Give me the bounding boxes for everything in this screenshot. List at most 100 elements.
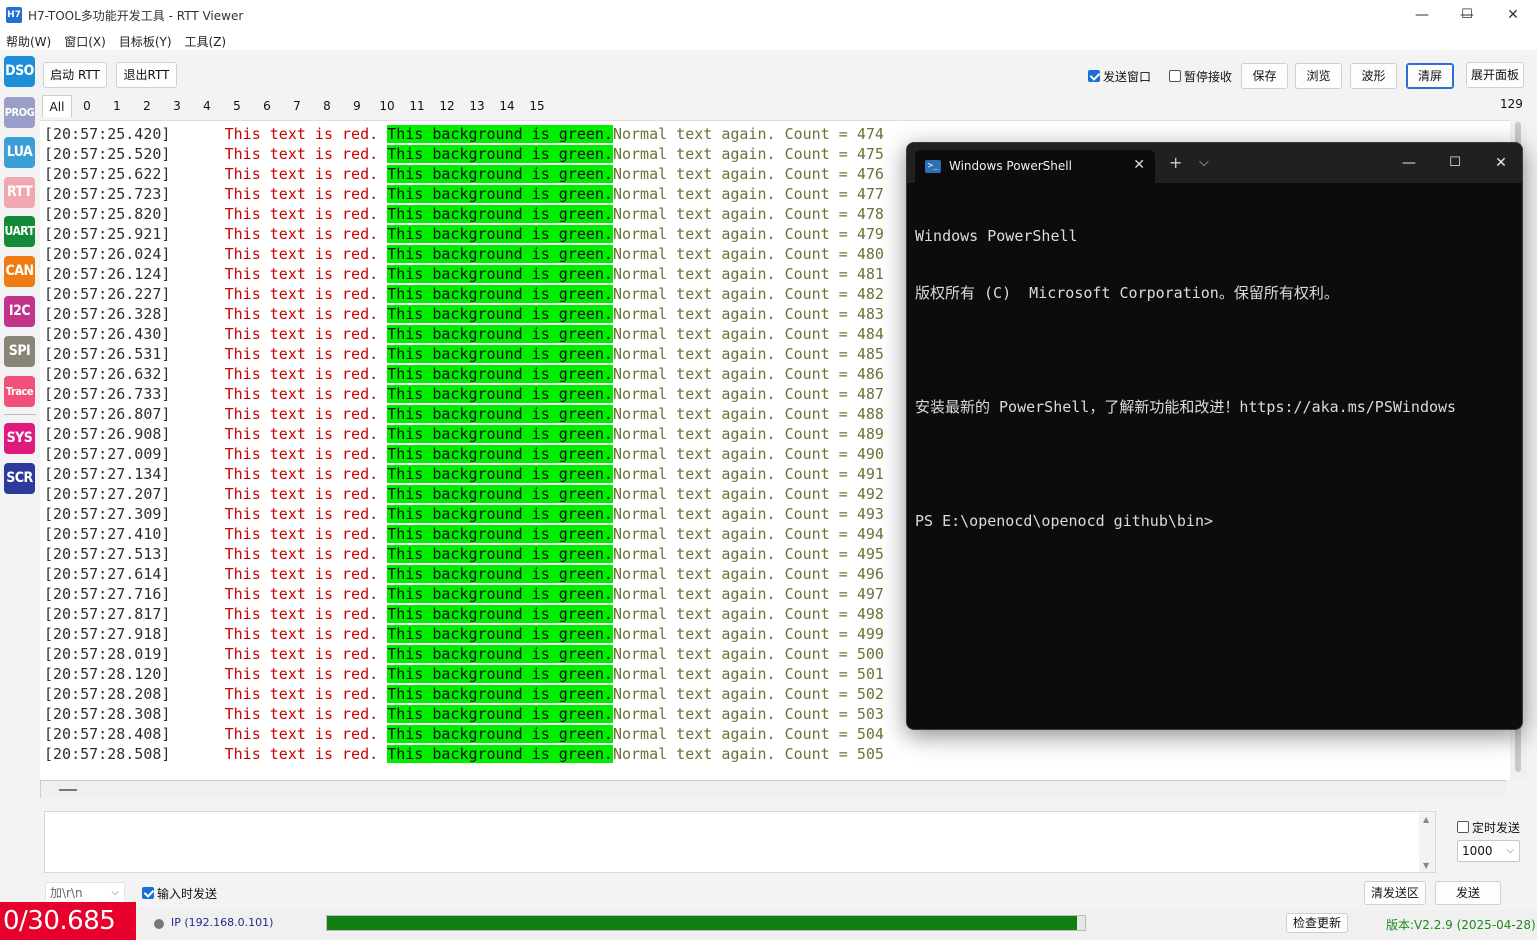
log-green-text: This background is green. bbox=[387, 225, 613, 243]
send-on-input-check-icon bbox=[142, 887, 154, 899]
log-normal-text: Normal text again. bbox=[612, 245, 776, 263]
log-normal-text: Normal text again. bbox=[612, 305, 776, 323]
log-normal-text: Normal text again. bbox=[612, 605, 776, 623]
menu-help[interactable]: 帮助(W) bbox=[0, 30, 58, 50]
send-window-checkbox[interactable]: 发送窗口 bbox=[1088, 68, 1151, 84]
tab-channel-2[interactable]: 2 bbox=[132, 95, 162, 117]
log-timestamp: [20:57:25.520] bbox=[44, 145, 171, 163]
interval-select[interactable]: 1000 ⌵ bbox=[1457, 840, 1520, 862]
terminal-console[interactable]: Windows PowerShell 版权所有 (C) Microsoft Co… bbox=[915, 189, 1515, 569]
tab-all[interactable]: All bbox=[42, 95, 72, 117]
log-count-label: Count = bbox=[784, 305, 857, 323]
log-red-text: This text is red. bbox=[224, 565, 379, 583]
log-red-text: This text is red. bbox=[224, 685, 379, 703]
timed-send-checkbox[interactable]: 定时发送 bbox=[1457, 819, 1520, 835]
spi-tool-icon[interactable]: SPI bbox=[4, 336, 35, 367]
log-line: [20:57:28.208] This text is red. This ba… bbox=[44, 684, 884, 704]
tab-channel-5[interactable]: 5 bbox=[222, 95, 252, 117]
log-normal-text: Normal text again. bbox=[612, 705, 776, 723]
maximize-icon[interactable]: ☐ bbox=[1444, 0, 1490, 30]
tab-close-icon[interactable]: ✕ bbox=[1133, 157, 1145, 173]
tab-channel-4[interactable]: 4 bbox=[192, 95, 222, 117]
log-count-label: Count = bbox=[784, 625, 857, 643]
terminal-maximize-icon[interactable]: ☐ bbox=[1432, 151, 1478, 175]
tab-channel-14[interactable]: 14 bbox=[492, 95, 522, 117]
powershell-window[interactable]: >_ Windows PowerShell ✕ + ⌵ — ☐ ✕ Window… bbox=[906, 142, 1523, 730]
sys-tool-icon[interactable]: SYS bbox=[4, 423, 35, 454]
expand-panel-button[interactable]: 展开面板 bbox=[1466, 62, 1524, 88]
ip-address: IP (192.168.0.101) bbox=[171, 916, 274, 929]
dso-tool-icon[interactable]: DSO bbox=[4, 56, 35, 87]
trace-tool-icon[interactable]: Trace bbox=[4, 376, 35, 407]
log-red-text: This text is red. bbox=[224, 545, 379, 563]
log-line: [20:57:25.622] This text is red. This ba… bbox=[44, 164, 884, 184]
tab-channel-6[interactable]: 6 bbox=[252, 95, 282, 117]
i2c-tool-icon[interactable]: I2C bbox=[4, 296, 35, 327]
tab-channel-8[interactable]: 8 bbox=[312, 95, 342, 117]
send-input[interactable]: ▲ ▼ bbox=[44, 811, 1436, 873]
start-rtt-button[interactable]: 启动 RTT bbox=[43, 62, 107, 88]
log-count-value: 488 bbox=[856, 405, 884, 423]
splitter-bar[interactable] bbox=[40, 780, 1506, 798]
new-tab-icon[interactable]: + bbox=[1169, 153, 1182, 172]
tab-channel-10[interactable]: 10 bbox=[372, 95, 402, 117]
log-normal-text: Normal text again. bbox=[612, 325, 776, 343]
can-tool-icon[interactable]: CAN bbox=[4, 256, 35, 287]
terminal-minimize-icon[interactable]: — bbox=[1386, 151, 1432, 175]
scroll-down-icon[interactable]: ▼ bbox=[1423, 861, 1429, 870]
log-line: [20:57:27.918] This text is red. This ba… bbox=[44, 624, 884, 644]
clear-send-area-button[interactable]: 清发送区 bbox=[1364, 881, 1426, 905]
minimize-icon[interactable]: — bbox=[1399, 0, 1445, 30]
send-window-check-icon bbox=[1088, 70, 1100, 82]
send-on-input-checkbox[interactable]: 输入时发送 bbox=[142, 885, 217, 901]
send-input-scrollbar[interactable]: ▲ ▼ bbox=[1419, 812, 1435, 872]
send-window-label: 发送窗口 bbox=[1103, 69, 1152, 84]
log-green-text: This background is green. bbox=[387, 745, 613, 763]
terminal-tab[interactable]: >_ Windows PowerShell ✕ bbox=[915, 150, 1155, 183]
tab-channel-13[interactable]: 13 bbox=[462, 95, 492, 117]
uart-tool-icon[interactable]: UART bbox=[4, 216, 35, 247]
log-green-text: This background is green. bbox=[387, 545, 613, 563]
save-button[interactable]: 保存 bbox=[1241, 63, 1288, 89]
tab-channel-1[interactable]: 1 bbox=[102, 95, 132, 117]
log-timestamp: [20:57:25.723] bbox=[44, 185, 171, 203]
log-count-value: 483 bbox=[856, 305, 884, 323]
pause-receive-checkbox[interactable]: 暂停接收 bbox=[1169, 68, 1232, 84]
tab-channel-3[interactable]: 3 bbox=[162, 95, 192, 117]
log-count-value: 501 bbox=[856, 665, 884, 683]
log-green-text: This background is green. bbox=[387, 145, 613, 163]
tab-channel-15[interactable]: 15 bbox=[522, 95, 552, 117]
log-timestamp: [20:57:25.420] bbox=[44, 125, 171, 143]
rtt-tool-icon[interactable]: RTT bbox=[4, 177, 35, 208]
browse-button[interactable]: 浏览 bbox=[1295, 63, 1342, 89]
menu-window[interactable]: 窗口(X) bbox=[58, 30, 113, 50]
dropdown-icon[interactable]: ⌵ bbox=[1199, 155, 1209, 170]
send-button[interactable]: 发送 bbox=[1435, 881, 1501, 905]
tab-channel-0[interactable]: 0 bbox=[72, 95, 102, 117]
close-icon[interactable]: ✕ bbox=[1490, 0, 1536, 30]
suffix-select[interactable]: 加\r\n ⌵ bbox=[45, 882, 125, 904]
log-red-text: This text is red. bbox=[224, 305, 379, 323]
log-timestamp: [20:57:27.918] bbox=[44, 625, 171, 643]
menu-tools[interactable]: 工具(Z) bbox=[179, 30, 234, 50]
check-update-button[interactable]: 检查更新 bbox=[1286, 913, 1348, 933]
log-red-text: This text is red. bbox=[224, 725, 379, 743]
exit-rtt-button[interactable]: 退出RTT bbox=[116, 62, 177, 88]
tab-channel-9[interactable]: 9 bbox=[342, 95, 372, 117]
scr-tool-icon[interactable]: SCR bbox=[4, 463, 35, 494]
prog-tool-icon[interactable]: PROG bbox=[4, 97, 35, 128]
log-normal-text: Normal text again. bbox=[612, 205, 776, 223]
waveform-button[interactable]: 波形 bbox=[1350, 63, 1397, 89]
terminal-close-icon[interactable]: ✕ bbox=[1478, 151, 1522, 175]
menu-target-board[interactable]: 目标板(Y) bbox=[113, 30, 179, 50]
splitter-handle-icon[interactable] bbox=[59, 789, 77, 791]
log-line: [20:57:25.520] This text is red. This ba… bbox=[44, 144, 884, 164]
scroll-up-icon[interactable]: ▲ bbox=[1423, 815, 1429, 824]
lua-tool-icon[interactable]: LUA bbox=[4, 137, 35, 168]
tab-channel-7[interactable]: 7 bbox=[282, 95, 312, 117]
tab-channel-11[interactable]: 11 bbox=[402, 95, 432, 117]
tab-channel-12[interactable]: 12 bbox=[432, 95, 462, 117]
log-red-text: This text is red. bbox=[224, 645, 379, 663]
clear-screen-button[interactable]: 清屏 bbox=[1406, 63, 1454, 89]
log-timestamp: [20:57:25.622] bbox=[44, 165, 171, 183]
